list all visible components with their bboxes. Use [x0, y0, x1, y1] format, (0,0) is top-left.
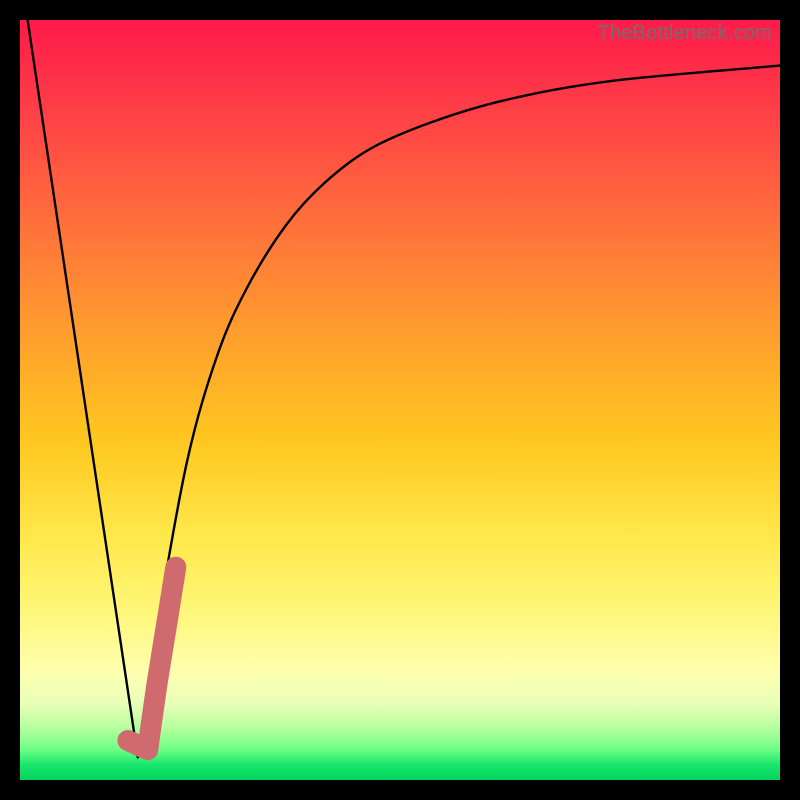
chart-lines-svg — [20, 20, 780, 780]
right-curve — [138, 66, 780, 758]
chart-plot-area: TheBottleneck.com — [20, 20, 780, 780]
left-line — [28, 20, 138, 757]
pink-marker-j — [128, 567, 176, 749]
chart-frame: TheBottleneck.com — [0, 0, 800, 800]
